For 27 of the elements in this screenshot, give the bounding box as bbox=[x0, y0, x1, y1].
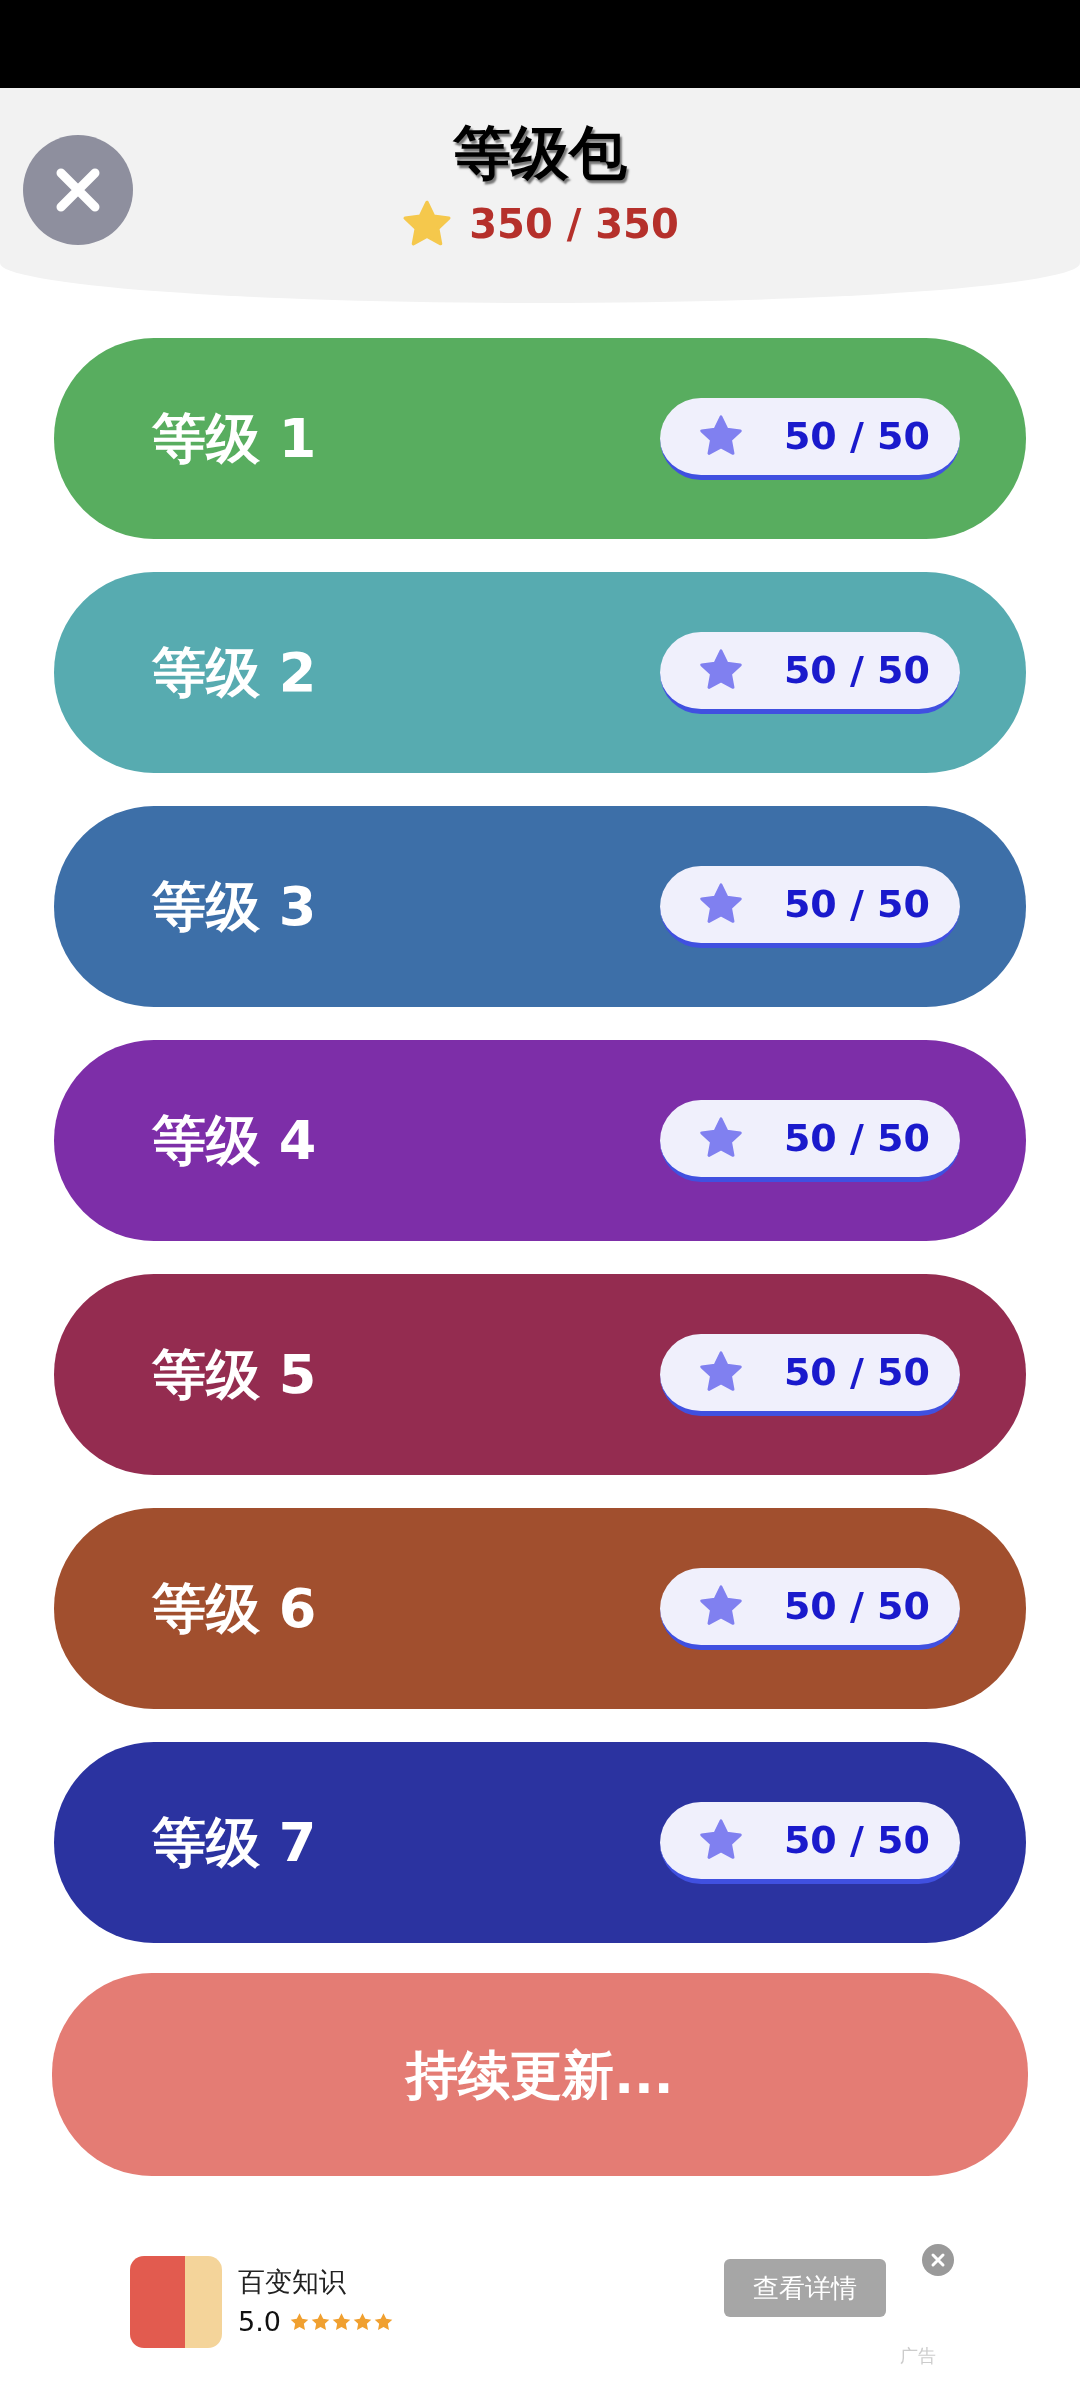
level-score: 50 / 50 bbox=[783, 412, 930, 460]
level-button[interactable]: 等级 3 50 / 50 bbox=[54, 806, 1026, 1007]
star-icon bbox=[698, 1350, 744, 1394]
star-icon bbox=[698, 1818, 744, 1862]
total-score: 350 / 350 bbox=[469, 199, 679, 249]
level-score: 50 / 50 bbox=[783, 1114, 930, 1162]
page-title: 等级包 bbox=[452, 118, 628, 186]
app-rating: 5.0 bbox=[238, 2305, 281, 2339]
star-icon bbox=[698, 648, 744, 692]
level-button[interactable]: 等级 2 50 / 50 bbox=[54, 572, 1026, 773]
level-score: 50 / 50 bbox=[783, 880, 930, 928]
ad-close-button[interactable] bbox=[922, 2244, 954, 2276]
level-button[interactable]: 等级 1 50 / 50 bbox=[54, 338, 1026, 539]
star-icon bbox=[698, 1116, 744, 1160]
close-icon bbox=[930, 2252, 946, 2268]
star-icon bbox=[698, 1584, 744, 1628]
level-score: 50 / 50 bbox=[783, 1582, 930, 1630]
level-score: 50 / 50 bbox=[783, 1816, 930, 1864]
star-icon bbox=[698, 414, 744, 458]
level-button[interactable]: 等级 4 50 / 50 bbox=[54, 1040, 1026, 1241]
level-score: 50 / 50 bbox=[783, 646, 930, 694]
level-score: 50 / 50 bbox=[783, 1348, 930, 1396]
level-button[interactable]: 等级 5 50 / 50 bbox=[54, 1274, 1026, 1475]
level-button[interactable]: 等级 6 50 / 50 bbox=[54, 1508, 1026, 1709]
star-icon bbox=[698, 882, 744, 926]
app-name: 百变知识 bbox=[238, 2264, 347, 2299]
level-button[interactable]: 等级 7 50 / 50 bbox=[54, 1742, 1026, 1943]
